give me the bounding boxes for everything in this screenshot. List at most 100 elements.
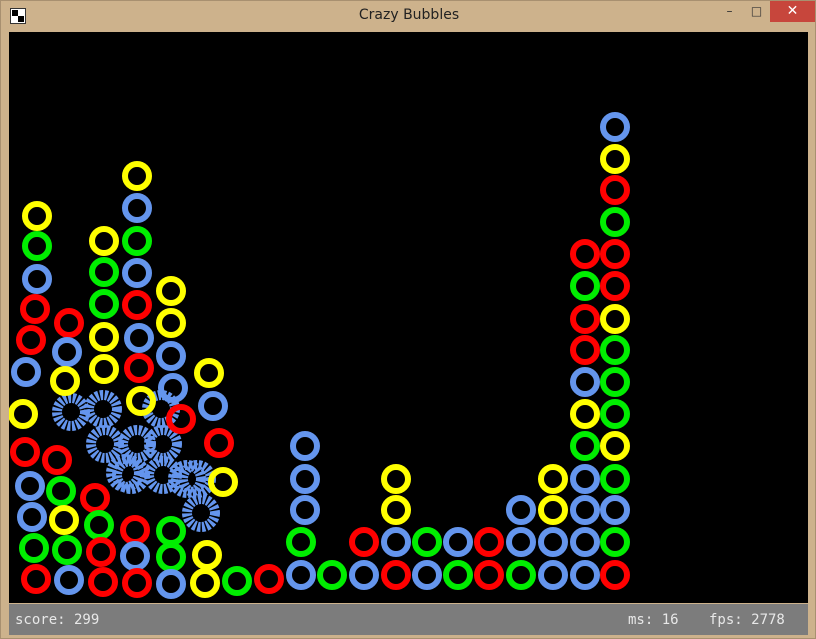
red-bubble[interactable]	[254, 564, 284, 594]
blue-bubble[interactable]	[54, 565, 84, 595]
blue-bubble[interactable]	[122, 258, 152, 288]
blue-bubble[interactable]	[381, 527, 411, 557]
yellow-bubble[interactable]	[22, 201, 52, 231]
blue-bubble[interactable]	[570, 495, 600, 525]
yellow-bubble[interactable]	[381, 495, 411, 525]
green-bubble[interactable]	[46, 476, 76, 506]
green-bubble[interactable]	[286, 527, 316, 557]
blue-bubble[interactable]	[506, 527, 536, 557]
yellow-bubble[interactable]	[538, 464, 568, 494]
bubble-field[interactable]	[9, 32, 808, 603]
yellow-bubble[interactable]	[192, 540, 222, 570]
blue-bubble[interactable]	[600, 112, 630, 142]
yellow-bubble[interactable]	[122, 161, 152, 191]
green-bubble[interactable]	[600, 399, 630, 429]
blue-bubble[interactable]	[570, 527, 600, 557]
green-bubble[interactable]	[600, 464, 630, 494]
green-bubble[interactable]	[570, 271, 600, 301]
blue-bubble[interactable]	[122, 193, 152, 223]
blue-bubble[interactable]	[443, 527, 473, 557]
green-bubble[interactable]	[570, 431, 600, 461]
green-bubble[interactable]	[412, 527, 442, 557]
blue-bubble[interactable]	[52, 337, 82, 367]
red-bubble[interactable]	[600, 560, 630, 590]
yellow-bubble[interactable]	[89, 226, 119, 256]
yellow-bubble[interactable]	[156, 276, 186, 306]
yellow-bubble[interactable]	[89, 354, 119, 384]
game-canvas[interactable]	[9, 32, 808, 603]
blue-bubble[interactable]	[17, 502, 47, 532]
red-bubble[interactable]	[349, 527, 379, 557]
red-bubble[interactable]	[10, 437, 40, 467]
yellow-bubble[interactable]	[600, 431, 630, 461]
green-bubble[interactable]	[600, 207, 630, 237]
red-bubble[interactable]	[600, 271, 630, 301]
red-bubble[interactable]	[474, 560, 504, 590]
minimize-button[interactable]: –	[716, 1, 743, 22]
green-bubble[interactable]	[84, 510, 114, 540]
green-bubble[interactable]	[89, 257, 119, 287]
red-bubble[interactable]	[600, 175, 630, 205]
yellow-bubble[interactable]	[194, 358, 224, 388]
yellow-bubble[interactable]	[600, 144, 630, 174]
red-bubble[interactable]	[381, 560, 411, 590]
green-bubble[interactable]	[600, 367, 630, 397]
maximize-button[interactable]: □	[743, 1, 770, 22]
blue-bubble[interactable]	[11, 357, 41, 387]
yellow-bubble[interactable]	[156, 308, 186, 338]
blue-bubble[interactable]	[15, 471, 45, 501]
blue-bubble[interactable]	[349, 560, 379, 590]
red-bubble[interactable]	[21, 564, 51, 594]
yellow-bubble[interactable]	[9, 399, 38, 429]
blue-bubble[interactable]	[156, 569, 186, 599]
blue-bubble[interactable]	[538, 527, 568, 557]
red-bubble[interactable]	[124, 353, 154, 383]
blue-bubble[interactable]	[120, 541, 150, 571]
red-bubble[interactable]	[570, 335, 600, 365]
yellow-bubble[interactable]	[600, 304, 630, 334]
red-bubble[interactable]	[54, 308, 84, 338]
red-bubble[interactable]	[80, 483, 110, 513]
red-bubble[interactable]	[474, 527, 504, 557]
yellow-bubble[interactable]	[89, 322, 119, 352]
red-bubble[interactable]	[204, 428, 234, 458]
blue-bubble[interactable]	[124, 323, 154, 353]
green-bubble[interactable]	[19, 533, 49, 563]
red-bubble[interactable]	[570, 239, 600, 269]
yellow-bubble[interactable]	[49, 505, 79, 535]
green-bubble[interactable]	[506, 560, 536, 590]
red-bubble[interactable]	[120, 515, 150, 545]
red-bubble[interactable]	[122, 290, 152, 320]
blue-bubble[interactable]	[290, 431, 320, 461]
green-bubble[interactable]	[156, 542, 186, 572]
green-bubble[interactable]	[317, 560, 347, 590]
green-bubble[interactable]	[156, 516, 186, 546]
blue-bubble[interactable]	[158, 373, 188, 403]
green-bubble[interactable]	[600, 527, 630, 557]
green-bubble[interactable]	[22, 231, 52, 261]
yellow-bubble[interactable]	[50, 366, 80, 396]
red-bubble[interactable]	[16, 325, 46, 355]
red-bubble[interactable]	[600, 239, 630, 269]
green-bubble[interactable]	[122, 226, 152, 256]
close-button[interactable]: ✕	[770, 1, 815, 22]
green-bubble[interactable]	[443, 560, 473, 590]
red-bubble[interactable]	[42, 445, 72, 475]
red-bubble[interactable]	[88, 567, 118, 597]
red-bubble[interactable]	[86, 537, 116, 567]
blue-bubble[interactable]	[570, 560, 600, 590]
blue-bubble[interactable]	[156, 341, 186, 371]
red-bubble[interactable]	[20, 294, 50, 324]
title-bar[interactable]: Crazy Bubbles – □ ✕	[1, 1, 816, 32]
yellow-bubble[interactable]	[538, 495, 568, 525]
blue-bubble[interactable]	[570, 464, 600, 494]
blue-bubble[interactable]	[506, 495, 536, 525]
yellow-bubble[interactable]	[570, 399, 600, 429]
blue-bubble[interactable]	[570, 367, 600, 397]
blue-bubble[interactable]	[22, 264, 52, 294]
blue-bubble[interactable]	[198, 391, 228, 421]
blue-bubble[interactable]	[290, 495, 320, 525]
blue-bubble[interactable]	[286, 560, 316, 590]
green-bubble[interactable]	[89, 289, 119, 319]
blue-bubble[interactable]	[600, 495, 630, 525]
